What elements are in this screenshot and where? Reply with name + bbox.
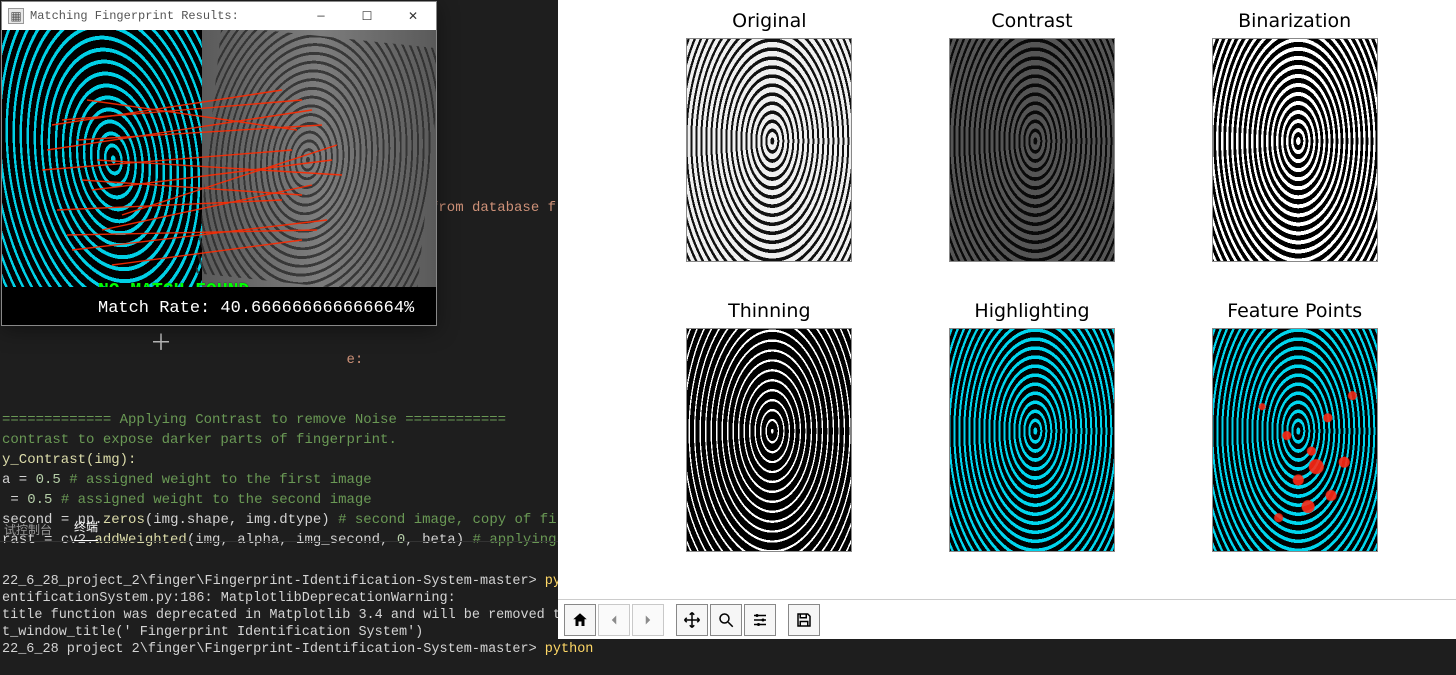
fingerprint-image-binarization <box>1212 38 1378 262</box>
fingerprint-image-thinning <box>686 328 852 552</box>
fingerprint-image-original <box>686 38 852 262</box>
subplot-title: Contrast <box>991 10 1072 32</box>
code-line: y_Contrast(img): <box>2 452 136 468</box>
match-window-title: Matching Fingerprint Results: <box>30 9 239 23</box>
terminal-line: 22_6_28_project_2\finger\Fingerprint-Ide… <box>2 574 593 589</box>
subplot-title: Original <box>732 10 806 32</box>
zoom-button[interactable] <box>710 604 742 636</box>
subplot-grid: Original Contrast Binarization Thinning <box>558 0 1456 599</box>
code-line: e: <box>2 352 363 368</box>
code-line: a = 0.5 # assigned weight to the first i… <box>2 472 372 488</box>
back-button[interactable] <box>598 604 630 636</box>
subplot-highlighting: Highlighting <box>931 300 1134 590</box>
subplot-title: Binarization <box>1238 10 1351 32</box>
subplot-thinning: Thinning <box>668 300 871 590</box>
code-line: = 0.5 # assigned weight to the second im… <box>2 492 372 508</box>
fingerprint-image-feature-points <box>1212 328 1378 552</box>
subplot-binarization: Binarization <box>1193 10 1396 300</box>
matplotlib-toolbar <box>558 599 1456 639</box>
pan-button[interactable] <box>676 604 708 636</box>
terminal-line: entificationSystem.py:186: MatplotlibDep… <box>2 591 456 606</box>
move-icon <box>683 611 701 629</box>
subplot-original: Original <box>668 10 871 300</box>
subplot-feature-points: Feature Points <box>1193 300 1396 590</box>
sliders-icon <box>751 611 769 629</box>
match-window-titlebar[interactable]: ▦ Matching Fingerprint Results: — ☐ ✕ <box>2 2 436 30</box>
window-maximize-button[interactable]: ☐ <box>344 2 390 30</box>
subplot-contrast: Contrast <box>931 10 1134 300</box>
matplotlib-figure-pane: Original Contrast Binarization Thinning <box>558 0 1456 639</box>
ide-left-pane: from database f ▦ Matching Fingerprint R… <box>0 0 558 639</box>
forward-button[interactable] <box>632 604 664 636</box>
save-figure-button[interactable] <box>788 604 820 636</box>
match-result-window: ▦ Matching Fingerprint Results: — ☐ ✕ <box>1 1 437 326</box>
tab-debug-console[interactable]: 试控制台 <box>4 521 52 538</box>
home-button[interactable] <box>564 604 596 636</box>
match-rate-value: 40.666666666666664% <box>220 299 414 318</box>
subplot-title: Thinning <box>728 300 810 322</box>
match-rate-bar: Match Rate: 40.666666666666664% <box>2 287 436 325</box>
match-image-area: NO MATCH FOUND. Match Rate: 40.666666666… <box>2 30 436 325</box>
app-icon: ▦ <box>8 8 24 24</box>
tab-terminal[interactable]: 终端 <box>74 518 98 541</box>
code-frag-database: from database f <box>430 200 556 216</box>
terminal-line: title function was deprecated in Matplot… <box>2 608 593 623</box>
fingerprint-image-highlighting <box>949 328 1115 552</box>
floppy-disk-icon <box>795 611 813 629</box>
window-minimize-button[interactable]: — <box>298 2 344 30</box>
match-rate-label: Match Rate: <box>98 299 210 318</box>
code-line: ============= Applying Contrast to remov… <box>2 412 506 428</box>
code-line: contrast to expose darker parts of finge… <box>2 432 397 448</box>
arrow-left-icon <box>605 611 623 629</box>
subplot-title: Highlighting <box>974 300 1089 322</box>
terminal-line: 22_6_28 project 2\finger\Fingerprint-Ide… <box>2 642 593 657</box>
home-icon <box>571 611 589 629</box>
subplot-title: Feature Points <box>1227 300 1362 322</box>
fingerprint-image-contrast <box>949 38 1115 262</box>
terminal-output[interactable]: 22_6_28_project_2\finger\Fingerprint-Ide… <box>0 556 558 639</box>
configure-subplots-button[interactable] <box>744 604 776 636</box>
arrow-right-icon <box>639 611 657 629</box>
window-close-button[interactable]: ✕ <box>390 2 436 30</box>
terminal-tabs: 试控制台 终端 <box>0 518 558 542</box>
terminal-line: t_window_title(' Fingerprint Identificat… <box>2 625 423 640</box>
magnifier-icon <box>717 611 735 629</box>
